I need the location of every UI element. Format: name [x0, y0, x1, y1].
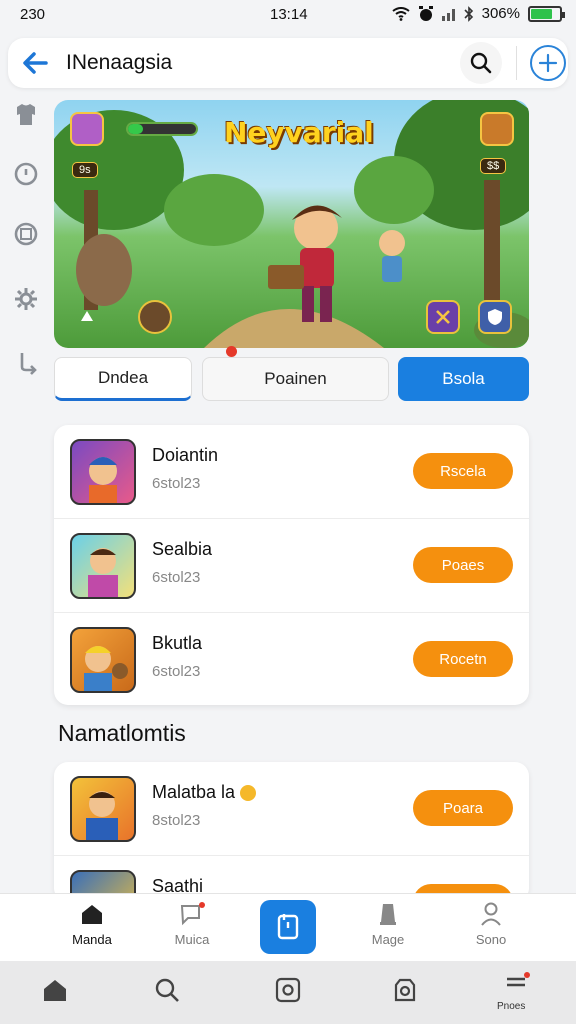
home-button[interactable] — [40, 975, 70, 1005]
nav-label: Manda — [72, 932, 112, 947]
arrow-button[interactable] — [70, 300, 104, 334]
bottom-nav: Manda Muica Mage Sono — [0, 893, 576, 961]
search-button[interactable] — [152, 975, 182, 1005]
coin-chip: 9s — [72, 162, 98, 178]
nav-item-sono[interactable]: Sono — [451, 902, 531, 947]
page-title: INenaagsia — [66, 51, 173, 74]
home-icon — [82, 905, 102, 924]
recents-button[interactable] — [390, 975, 420, 1005]
nav-item-manda[interactable]: Manda — [52, 902, 132, 947]
battery-icon — [528, 5, 565, 22]
app-header: INenaagsia — [8, 38, 568, 88]
tab-bsola[interactable]: Bsola — [398, 357, 529, 401]
game-thumbnail — [70, 776, 136, 842]
list-item[interactable]: Sealbia 6stol23 Poaes — [54, 518, 529, 612]
shirt-icon[interactable] — [12, 100, 40, 128]
game-list-2: Malatba la 8stol23 Poara Saathi — [54, 762, 529, 902]
gem-chip: $$ — [480, 158, 507, 174]
menu-icon — [507, 972, 530, 987]
nav-item-mage[interactable]: Mage — [348, 902, 428, 947]
chat-icon — [180, 902, 205, 926]
search-icon — [470, 52, 492, 74]
edit-icon — [277, 914, 299, 940]
game-title: Sealbia — [152, 539, 213, 559]
plus-icon — [538, 53, 558, 73]
bluetooth-icon — [464, 5, 473, 22]
nav-label: Mage — [371, 932, 405, 947]
gear-icon[interactable] — [12, 285, 40, 313]
game-list: Doiantin 6stol23 Rscela Sealbia 6stol23 … — [54, 425, 529, 705]
status-icons: 306% — [392, 5, 565, 22]
game-title: Malatba la — [152, 782, 257, 803]
list-item[interactable]: Malatba la 8stol23 Poara — [54, 762, 529, 856]
list-item[interactable]: Bkutla 6stol23 Rocetn — [54, 612, 529, 706]
status-left: 230 — [20, 6, 46, 23]
game-subtitle: 6stol23 — [152, 569, 201, 586]
camera-button[interactable] — [273, 975, 303, 1005]
game-banner[interactable]: 9s Neyvarial $$ — [54, 100, 529, 348]
game-title: Doiantin — [152, 445, 219, 465]
wifi-icon — [392, 6, 410, 21]
alarm-icon — [418, 5, 433, 21]
home-icon — [44, 980, 66, 1001]
play-button[interactable]: Rscela — [413, 453, 513, 489]
arrow-left-icon — [23, 52, 48, 74]
back-button[interactable] — [18, 46, 52, 80]
game-thumbnail — [70, 439, 136, 505]
header-divider — [516, 46, 517, 80]
coin-icon — [240, 785, 257, 802]
search-button[interactable] — [460, 42, 502, 84]
health-bar — [126, 122, 198, 136]
game-thumbnail — [70, 533, 136, 599]
game-subtitle: 6stol23 — [152, 663, 201, 680]
game-title: Bkutla — [152, 633, 203, 653]
item-button[interactable] — [138, 300, 172, 334]
cross-swords-icon — [436, 310, 450, 324]
share-icon[interactable] — [12, 348, 40, 376]
create-button[interactable] — [260, 900, 316, 954]
shield-button[interactable] — [478, 300, 512, 334]
system-nav: Pnoes — [0, 961, 576, 1024]
battery-percent: 306% — [481, 5, 520, 22]
arrow-up-icon — [81, 311, 93, 321]
shield-icon — [488, 309, 502, 325]
calendar-icon[interactable] — [12, 220, 40, 248]
player-avatar[interactable] — [70, 112, 104, 146]
recents-icon — [394, 978, 416, 1002]
camera-icon — [275, 977, 301, 1003]
clock-icon[interactable] — [12, 160, 40, 188]
skill-button[interactable] — [426, 300, 460, 334]
signal-icon — [441, 8, 455, 21]
play-button[interactable]: Poara — [413, 790, 513, 826]
play-button[interactable]: Rocetn — [413, 641, 513, 677]
tab-poainen[interactable]: Poainen — [202, 357, 389, 401]
menu-label: Pnoes — [497, 1001, 526, 1012]
nav-label: Sono — [475, 932, 507, 947]
nav-item-muica[interactable]: Muica — [152, 902, 232, 947]
tab-dndea[interactable]: Dndea — [54, 357, 192, 401]
status-time: 13:14 — [270, 6, 308, 23]
game-thumbnail — [70, 627, 136, 693]
search-icon — [155, 978, 179, 1002]
game-subtitle: 6stol23 — [152, 475, 201, 492]
banner-title: Neyvarial — [224, 116, 374, 149]
opponent-avatar[interactable] — [480, 112, 514, 146]
menu-button[interactable] — [502, 969, 532, 999]
list-item[interactable]: Doiantin 6stol23 Rscela — [54, 425, 529, 519]
nav-label: Muica — [174, 932, 210, 947]
section-title: Namatlomtis — [58, 720, 186, 746]
profile-icon — [481, 902, 501, 926]
add-button[interactable] — [530, 45, 566, 81]
status-bar: 230 13:14 306% — [0, 0, 576, 30]
play-button[interactable]: Poaes — [413, 547, 513, 583]
store-icon — [380, 904, 396, 925]
notification-dot — [226, 346, 237, 357]
game-subtitle: 8stol23 — [152, 812, 201, 829]
